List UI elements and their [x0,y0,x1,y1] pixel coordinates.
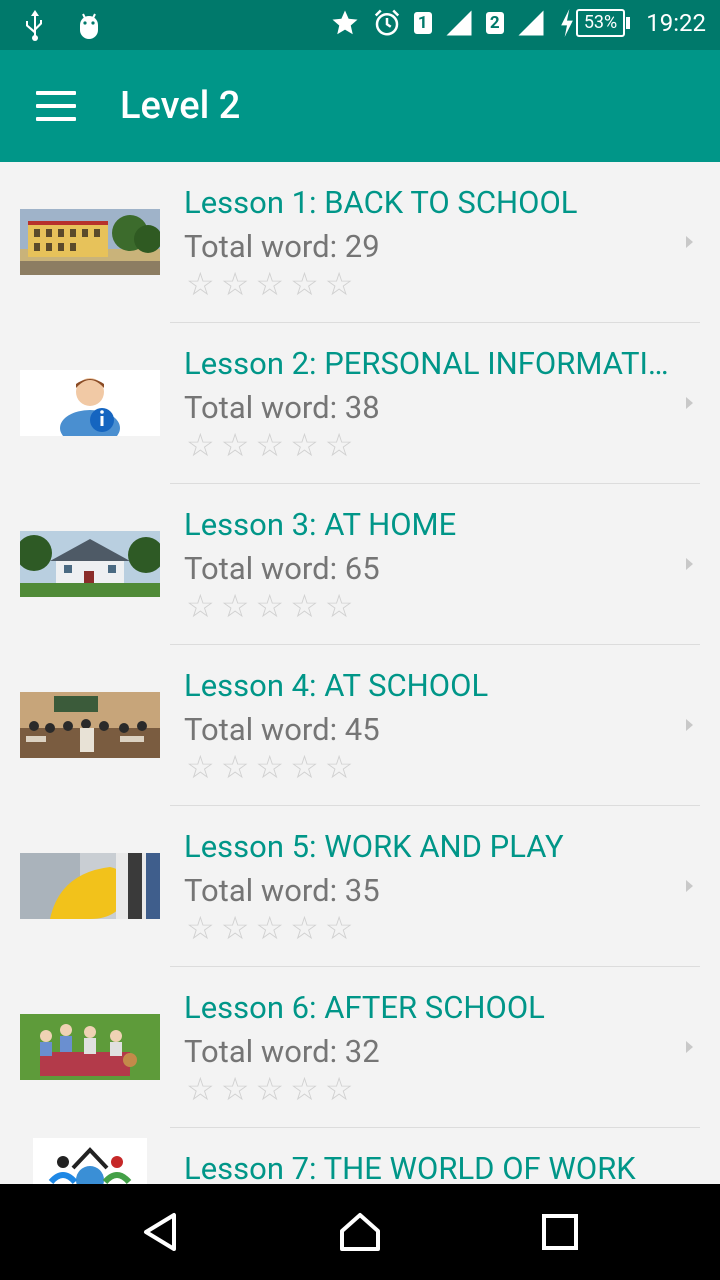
lesson-title: Lesson 1: BACK TO SCHOOL [184,184,578,221]
lesson-title: Lesson 7: THE WORLD OF WORK [184,1150,636,1184]
star-empty-icon: ☆ [186,265,215,303]
rating-stars: ☆ ☆ ☆ ☆ ☆ [186,751,353,783]
chevron-right-icon [686,1041,693,1053]
lesson-item-5[interactable]: Lesson 5: WORK AND PLAY Total word: 35 ☆… [0,806,720,967]
app-bar: Level 2 [0,50,720,162]
charging-icon [560,9,573,37]
lesson-title: Lesson 2: PERSONAL INFORMATION [184,345,674,382]
star-empty-icon: ☆ [186,748,215,786]
star-empty-icon: ☆ [255,909,285,947]
home-button[interactable] [324,1204,396,1260]
home-icon [340,1213,380,1251]
classroom-image [20,692,160,758]
person-info-image [20,370,160,436]
star-empty-icon: ☆ [220,748,250,786]
lesson-item-4[interactable]: Lesson 4: AT SCHOOL Total word: 45 ☆ ☆ ☆ ☆ ☆ [0,645,720,806]
menu-icon [36,91,76,95]
clock: 19:22 [646,9,706,37]
page-title: Level 2 [120,84,241,128]
house-image [20,531,160,597]
lesson-title: Lesson 5: WORK AND PLAY [184,828,564,865]
star-empty-icon: ☆ [255,426,285,464]
lesson-item-7[interactable]: Lesson 7: THE WORLD OF WORK [0,1128,720,1184]
work-tools-image [20,853,160,919]
android-debug-icon [80,13,98,39]
star-empty-icon: ☆ [290,909,319,947]
usb-icon [26,10,42,41]
signal-icon [518,10,544,36]
star-empty-icon: ☆ [290,1070,319,1108]
system-nav-bar [0,1184,720,1280]
star-empty-icon: ☆ [324,265,354,303]
chevron-right-icon [686,236,693,248]
star-empty-icon: ☆ [324,1070,354,1108]
world-people-image [33,1138,147,1184]
star-empty-icon: ☆ [186,1070,215,1108]
lesson-word-count: Total word: 35 [184,872,380,909]
star-empty-icon: ☆ [255,587,285,625]
star-empty-icon: ☆ [186,909,215,947]
star-empty-icon: ☆ [220,587,250,625]
recents-button[interactable] [524,1204,596,1260]
star-empty-icon: ☆ [255,1070,285,1108]
lesson-item-6[interactable]: Lesson 6: AFTER SCHOOL Total word: 32 ☆ ☆… [0,967,720,1128]
back-button[interactable] [124,1204,196,1260]
lesson-title: Lesson 3: AT HOME [184,506,457,543]
recents-square-icon [542,1214,578,1250]
star-empty-icon: ☆ [324,426,354,464]
star-empty-icon: ☆ [220,426,250,464]
lesson-item-1[interactable]: Lesson 1: BACK TO SCHOOL Total word: 29 … [0,162,720,323]
battery-level: 53% [575,9,626,37]
alarm-icon [374,9,399,36]
menu-button[interactable] [28,82,84,130]
chevron-right-icon [686,880,693,892]
star-empty-icon: ☆ [324,909,354,947]
rating-stars: ☆ ☆ ☆ ☆ ☆ [186,1073,353,1105]
star-empty-icon: ☆ [324,748,354,786]
chevron-right-icon [686,558,693,570]
signal-icon [446,10,472,36]
star-empty-icon: ☆ [324,587,354,625]
star-empty-icon: ☆ [186,587,215,625]
star-empty-icon: ☆ [255,265,285,303]
star-empty-icon: ☆ [220,265,250,303]
lesson-list: Lesson 1: BACK TO SCHOOL Total word: 29 … [0,162,720,1184]
lesson-word-count: Total word: 45 [184,711,380,748]
rating-stars: ☆ ☆ ☆ ☆ ☆ [186,590,353,622]
star-empty-icon: ☆ [255,748,285,786]
chevron-right-icon [686,397,693,409]
chevron-right-icon [686,719,693,731]
lesson-item-2[interactable]: Lesson 2: PERSONAL INFORMATION Total wor… [0,323,720,484]
sim2-indicator: 2 [485,12,504,34]
rating-stars: ☆ ☆ ☆ ☆ ☆ [186,268,353,300]
star-icon [332,10,358,35]
star-empty-icon: ☆ [290,265,319,303]
status-bar: 1 2 53% 19:22 [0,0,720,50]
lesson-title: Lesson 4: AT SCHOOL [184,667,489,704]
star-empty-icon: ☆ [290,587,319,625]
school-building-image [20,209,160,275]
battery-indicator: 53% [558,9,631,37]
lesson-word-count: Total word: 65 [184,550,380,587]
rating-stars: ☆ ☆ ☆ ☆ ☆ [186,429,353,461]
children-picnic-image [20,1014,160,1080]
rating-stars: ☆ ☆ ☆ ☆ ☆ [186,912,353,944]
star-empty-icon: ☆ [220,1070,250,1108]
lesson-word-count: Total word: 29 [184,228,380,265]
star-empty-icon: ☆ [220,909,250,947]
star-empty-icon: ☆ [290,748,319,786]
lesson-word-count: Total word: 32 [184,1033,380,1070]
sim1-indicator: 1 [413,12,432,34]
star-empty-icon: ☆ [290,426,319,464]
star-empty-icon: ☆ [186,426,215,464]
back-triangle-icon [144,1213,176,1251]
lesson-item-3[interactable]: Lesson 3: AT HOME Total word: 65 ☆ ☆ ☆ ☆ ☆ [0,484,720,645]
lesson-title: Lesson 6: AFTER SCHOOL [184,989,545,1026]
lesson-word-count: Total word: 38 [184,389,380,426]
